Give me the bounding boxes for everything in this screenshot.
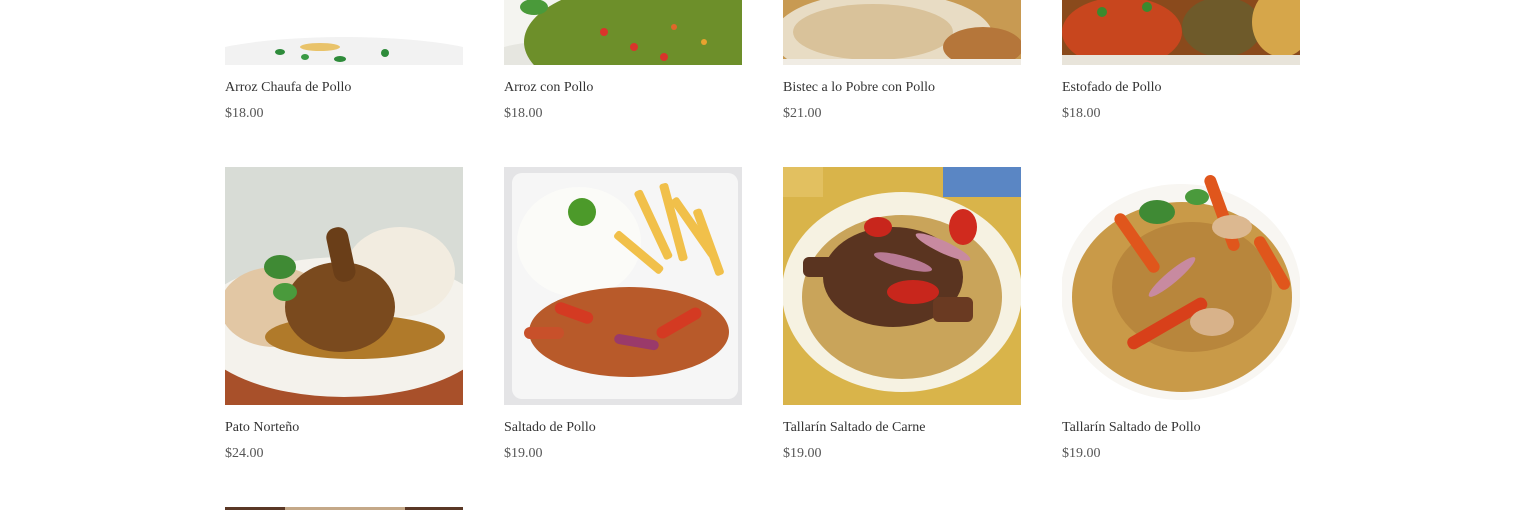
product-name[interactable]: Bistec a lo Pobre con Pollo [783, 79, 935, 97]
product-card: Bistec a lo Pobre con Pollo $21.00 [783, 0, 1021, 121]
product-price: $18.00 [1062, 106, 1101, 121]
product-image-link[interactable] [1062, 0, 1300, 65]
bistec-pobre-photo [783, 0, 1021, 65]
product-image-link[interactable] [504, 167, 742, 405]
product-grid: Arroz Chaufa de Pollo $18.00 Arroz con P… [0, 0, 1530, 510]
product-price: $19.00 [1062, 446, 1101, 461]
product-name[interactable]: Tallarín Saltado de Pollo [1062, 419, 1201, 437]
estofado-photo [1062, 0, 1300, 65]
product-price: $19.00 [783, 446, 822, 461]
product-name[interactable]: Tallarín Saltado de Carne [783, 419, 925, 437]
tallarin-pollo-photo [1062, 167, 1300, 405]
product-image-link[interactable] [225, 0, 463, 65]
product-card: Arroz con Pollo $18.00 [504, 0, 742, 121]
product-image-link[interactable] [783, 167, 1021, 405]
product-name[interactable]: Arroz Chaufa de Pollo [225, 79, 351, 97]
product-image-link[interactable] [504, 0, 742, 65]
product-price: $19.00 [504, 446, 543, 461]
product-name[interactable]: Estofado de Pollo [1062, 79, 1162, 97]
product-card: Pato Norteño $24.00 [225, 167, 463, 461]
product-card: Tallarín Saltado de Carne $19.00 [783, 167, 1021, 461]
product-card: Estofado de Pollo $18.00 [1062, 0, 1300, 121]
product-price: $24.00 [225, 446, 264, 461]
product-card: Saltado de Pollo $19.00 [504, 167, 742, 461]
product-image-link[interactable] [783, 0, 1021, 65]
product-image-link[interactable] [1062, 167, 1300, 405]
product-price: $18.00 [225, 106, 264, 121]
product-name[interactable]: Saltado de Pollo [504, 419, 596, 437]
product-price: $18.00 [504, 106, 543, 121]
pato-norteno-photo [225, 167, 463, 405]
arroz-chaufa-photo [225, 0, 463, 65]
product-card: Arroz Chaufa de Pollo $18.00 [225, 0, 463, 121]
product-image-link[interactable] [225, 167, 463, 405]
product-name[interactable]: Pato Norteño [225, 419, 299, 437]
arroz-con-pollo-photo [504, 0, 742, 65]
product-card: Tallarín Saltado de Pollo $19.00 [1062, 167, 1300, 461]
product-price: $21.00 [783, 106, 822, 121]
product-name[interactable]: Arroz con Pollo [504, 79, 593, 97]
tallarin-carne-photo [783, 167, 1021, 405]
saltado-pollo-photo [504, 167, 742, 405]
